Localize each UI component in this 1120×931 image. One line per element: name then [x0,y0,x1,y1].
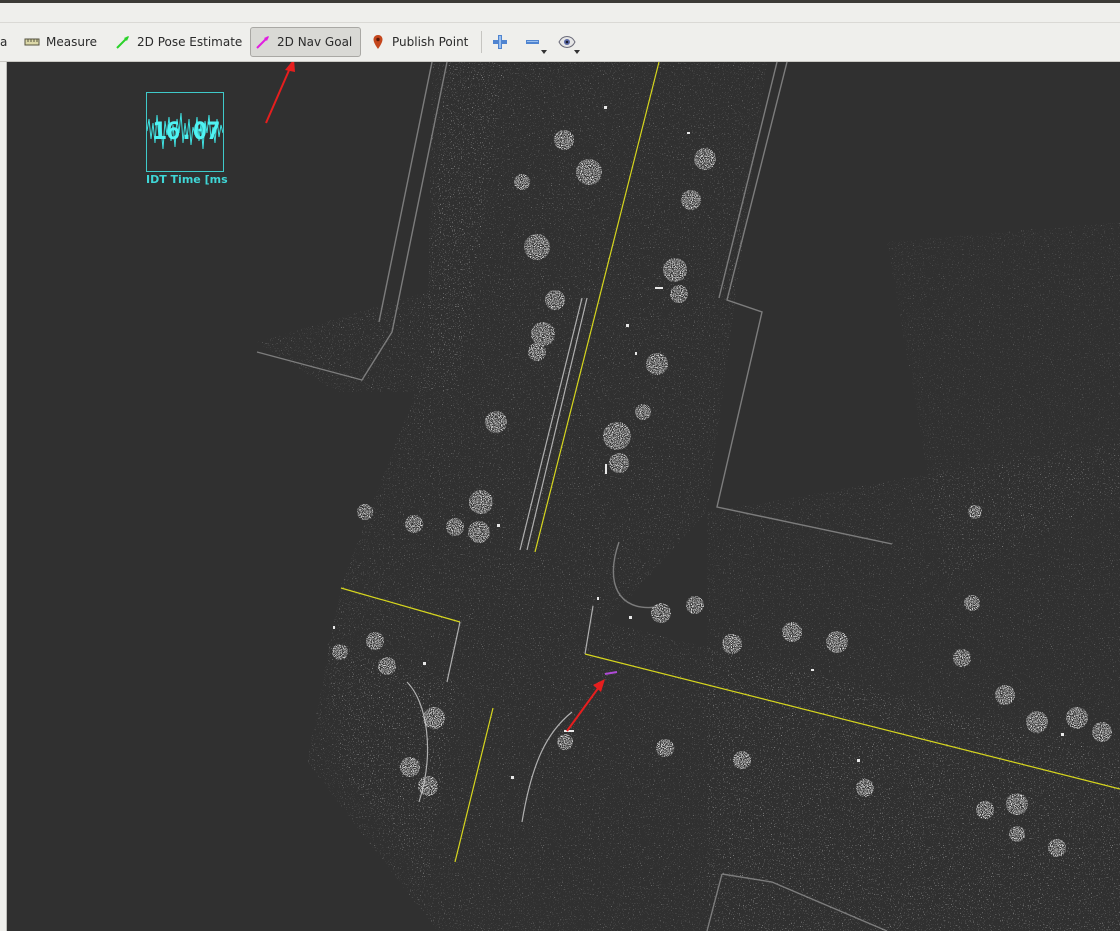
tool-label: 2D Pose Estimate [137,35,243,49]
tool-label: a [0,35,8,49]
left-panel-edge [0,62,7,931]
map-viewport[interactable] [7,62,1120,931]
nav-goal-arrow-icon [255,34,271,50]
minus-icon [523,37,543,56]
tool-label: 2D Nav Goal [277,35,353,49]
chevron-down-icon[interactable] [541,50,547,54]
tool-label: Publish Point [392,35,469,49]
chevron-down-icon[interactable] [574,50,580,54]
point-cloud-map [256,62,1120,931]
timing-value: 16.07 [152,117,220,145]
publish-point-tool-button[interactable]: Publish Point [366,27,472,57]
map-pin-icon [370,34,386,50]
annotation-arrow-toolbar [265,62,295,124]
toolbar-separator [481,31,482,53]
remove-tool-button[interactable] [523,32,547,54]
ruler-icon [24,34,40,50]
menu-strip [0,3,1120,23]
pose-arrow-icon [115,34,131,50]
measure-tool-button[interactable]: Measure [20,27,101,57]
plus-icon [490,35,510,56]
view-options-button[interactable] [557,32,580,54]
nav-goal-tool-button[interactable]: 2D Nav Goal [250,27,361,57]
timing-plot-label: IDT Time [ms [146,173,228,186]
add-tool-button[interactable] [490,32,510,52]
tool-label: Measure [46,35,97,49]
timing-plot-overlay: 16.07 [146,92,224,172]
pose-estimate-tool-button[interactable]: 2D Pose Estimate [111,27,246,57]
truncated-tool-button[interactable]: a [0,27,11,57]
